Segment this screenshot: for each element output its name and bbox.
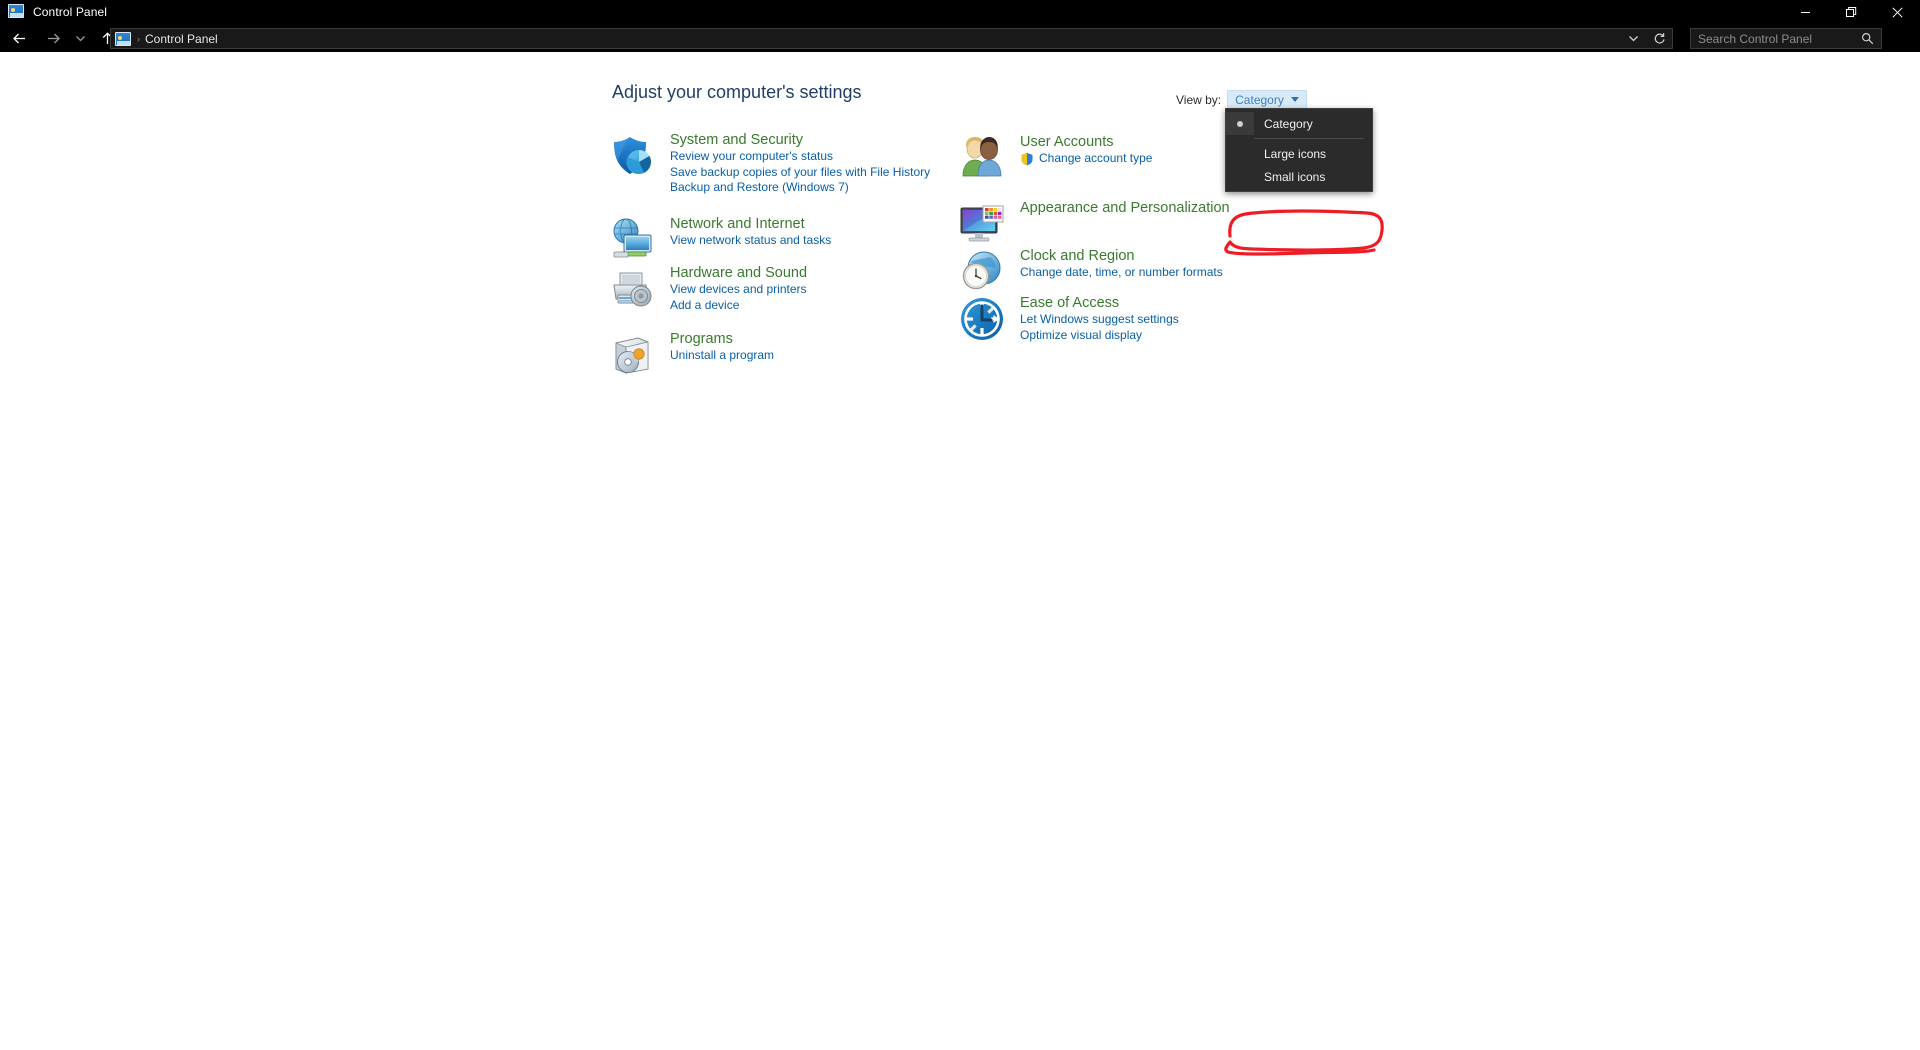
category-hardware-and-sound: Hardware and Sound View devices and prin… (608, 265, 807, 313)
search-icon[interactable] (1861, 32, 1874, 45)
content-area: Adjust your computer's settings View by:… (0, 52, 1920, 1050)
title-bar: Control Panel (0, 0, 1920, 24)
category-programs: Programs Uninstall a program (608, 331, 774, 379)
category-title[interactable]: Clock and Region (1020, 248, 1223, 265)
menu-item-label: Small icons (1264, 169, 1326, 184)
category-system-and-security: System and Security Review your computer… (608, 132, 930, 196)
menu-item-label: Category (1264, 116, 1313, 131)
control-panel-icon (115, 31, 131, 46)
category-link[interactable]: Add a device (670, 298, 807, 314)
category-link-label: Change account type (1039, 151, 1153, 165)
menu-item-label: Large icons (1264, 146, 1327, 161)
breadcrumb-separator: › (137, 33, 140, 44)
network-globe-icon[interactable] (608, 216, 656, 264)
recent-locations-chevron-down-icon[interactable] (70, 25, 90, 51)
category-link[interactable]: Review your computer's status (670, 149, 930, 165)
minimize-icon[interactable] (1782, 0, 1828, 24)
address-chevron-down-icon[interactable] (1620, 29, 1646, 48)
view-by-label: View by: (1176, 92, 1222, 107)
category-user-accounts: User Accounts Change account type (958, 134, 1152, 182)
category-title[interactable]: System and Security (670, 132, 930, 149)
radio-unselected-icon (1226, 142, 1254, 165)
uac-shield-icon (1021, 152, 1033, 165)
category-ease-of-access: Ease of Access Let Windows suggest setti… (958, 295, 1179, 343)
view-by-selected-value: Category (1235, 92, 1284, 107)
category-title[interactable]: Network and Internet (670, 216, 831, 233)
category-title[interactable]: Ease of Access (1020, 295, 1179, 312)
category-title[interactable]: Appearance and Personalization (1020, 200, 1230, 217)
user-accounts-icon[interactable] (958, 134, 1006, 182)
category-clock-and-region: Clock and Region Change date, time, or n… (958, 248, 1223, 296)
category-link[interactable]: Change date, time, or number formats (1020, 265, 1223, 281)
address-bar[interactable]: › Control Panel (110, 28, 1673, 49)
control-panel-icon (8, 4, 24, 20)
radio-selected-icon (1226, 112, 1254, 135)
menu-separator (1254, 138, 1364, 139)
appearance-monitor-icon[interactable] (958, 200, 1006, 248)
category-link[interactable]: View network status and tasks (670, 233, 831, 249)
category-link[interactable]: Let Windows suggest settings (1020, 312, 1179, 328)
menu-item-category[interactable]: Category (1226, 112, 1372, 135)
view-by-dropdown-menu[interactable]: Category Large icons Small icons (1225, 108, 1373, 192)
category-network-and-internet: Network and Internet View network status… (608, 216, 831, 264)
view-by-button[interactable]: Category (1227, 90, 1307, 109)
chevron-down-icon (1290, 97, 1299, 102)
clock-region-icon[interactable] (958, 248, 1006, 296)
security-shield-icon[interactable] (608, 132, 656, 180)
category-title[interactable]: Programs (670, 331, 774, 348)
printer-hardware-icon[interactable] (608, 265, 656, 313)
category-link[interactable]: Uninstall a program (670, 348, 774, 364)
view-by-control: View by: Category (1176, 90, 1307, 109)
refresh-icon[interactable] (1646, 29, 1672, 48)
category-link[interactable]: Optimize visual display (1020, 328, 1179, 344)
menu-item-small-icons[interactable]: Small icons (1226, 165, 1372, 188)
category-title[interactable]: Hardware and Sound (670, 265, 807, 282)
restore-icon[interactable] (1828, 0, 1874, 24)
window-title: Control Panel (33, 5, 108, 19)
back-arrow-icon[interactable] (6, 25, 32, 51)
annotation-highlight (1224, 209, 1384, 256)
breadcrumb[interactable]: Control Panel (145, 32, 218, 46)
window-controls (1782, 0, 1920, 24)
programs-disc-icon[interactable] (608, 331, 656, 379)
category-link[interactable]: Save backup copies of your files with Fi… (670, 165, 930, 181)
category-appearance-and-personalization: Appearance and Personalization (958, 200, 1230, 248)
category-link[interactable]: Backup and Restore (Windows 7) (670, 180, 930, 196)
ease-of-access-icon[interactable] (958, 295, 1006, 343)
menu-item-large-icons[interactable]: Large icons (1226, 142, 1372, 165)
category-title[interactable]: User Accounts (1020, 134, 1152, 151)
search-box[interactable] (1690, 28, 1882, 49)
search-input[interactable] (1698, 31, 1848, 46)
category-link[interactable]: View devices and printers (670, 282, 807, 298)
radio-unselected-icon (1226, 165, 1254, 188)
page-title: Adjust your computer's settings (612, 82, 862, 102)
close-icon[interactable] (1874, 0, 1920, 24)
forward-arrow-icon[interactable] (40, 25, 66, 51)
category-link-change-account-type[interactable]: Change account type (1020, 151, 1152, 167)
